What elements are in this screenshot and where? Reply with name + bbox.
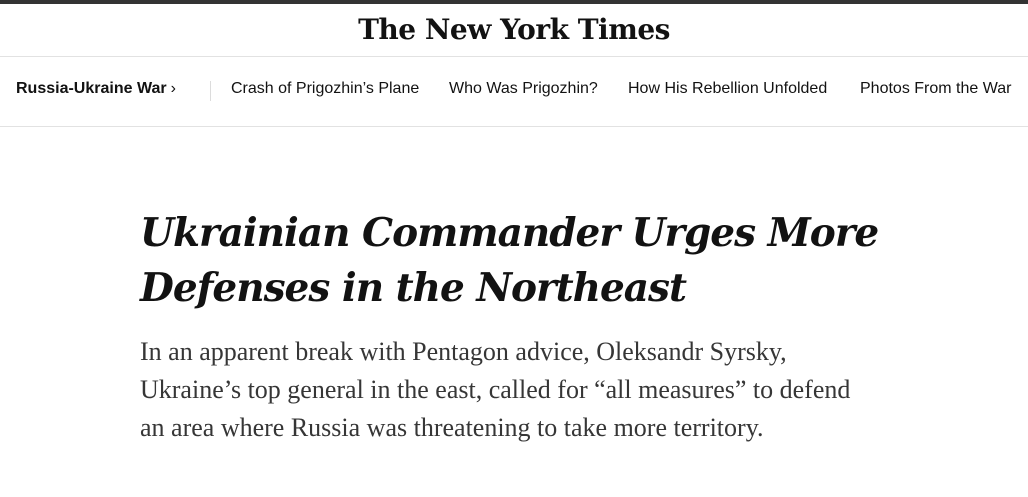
section-subnav: Russia-Ukraine War › Crash of Prigozhin’s…: [0, 57, 1028, 127]
article-summary: In an apparent break with Pentagon advic…: [140, 337, 851, 442]
nyt-logo[interactable]: The New York Times: [0, 13, 1028, 46]
subnav-link-crash-of-prigozhins-plane[interactable]: Crash of Prigozhin’s Plane: [231, 80, 419, 98]
masthead: The New York Times: [0, 4, 1028, 57]
section-link-russia-ukraine-war[interactable]: Russia-Ukraine War ›: [16, 80, 176, 98]
chevron-right-icon: ›: [170, 80, 176, 97]
section-label: Russia-Ukraine War: [16, 80, 167, 97]
subnav-link-how-his-rebellion-unfolded[interactable]: How His Rebellion Unfolded: [628, 80, 827, 98]
article-headline: Ukrainian Commander Urges More Defenses …: [140, 210, 879, 311]
subnav-divider: [210, 81, 211, 101]
subnav-link-photos-from-the-war[interactable]: Photos From the War: [860, 80, 1011, 98]
subnav-link-who-was-prigozhin[interactable]: Who Was Prigozhin?: [449, 80, 598, 98]
